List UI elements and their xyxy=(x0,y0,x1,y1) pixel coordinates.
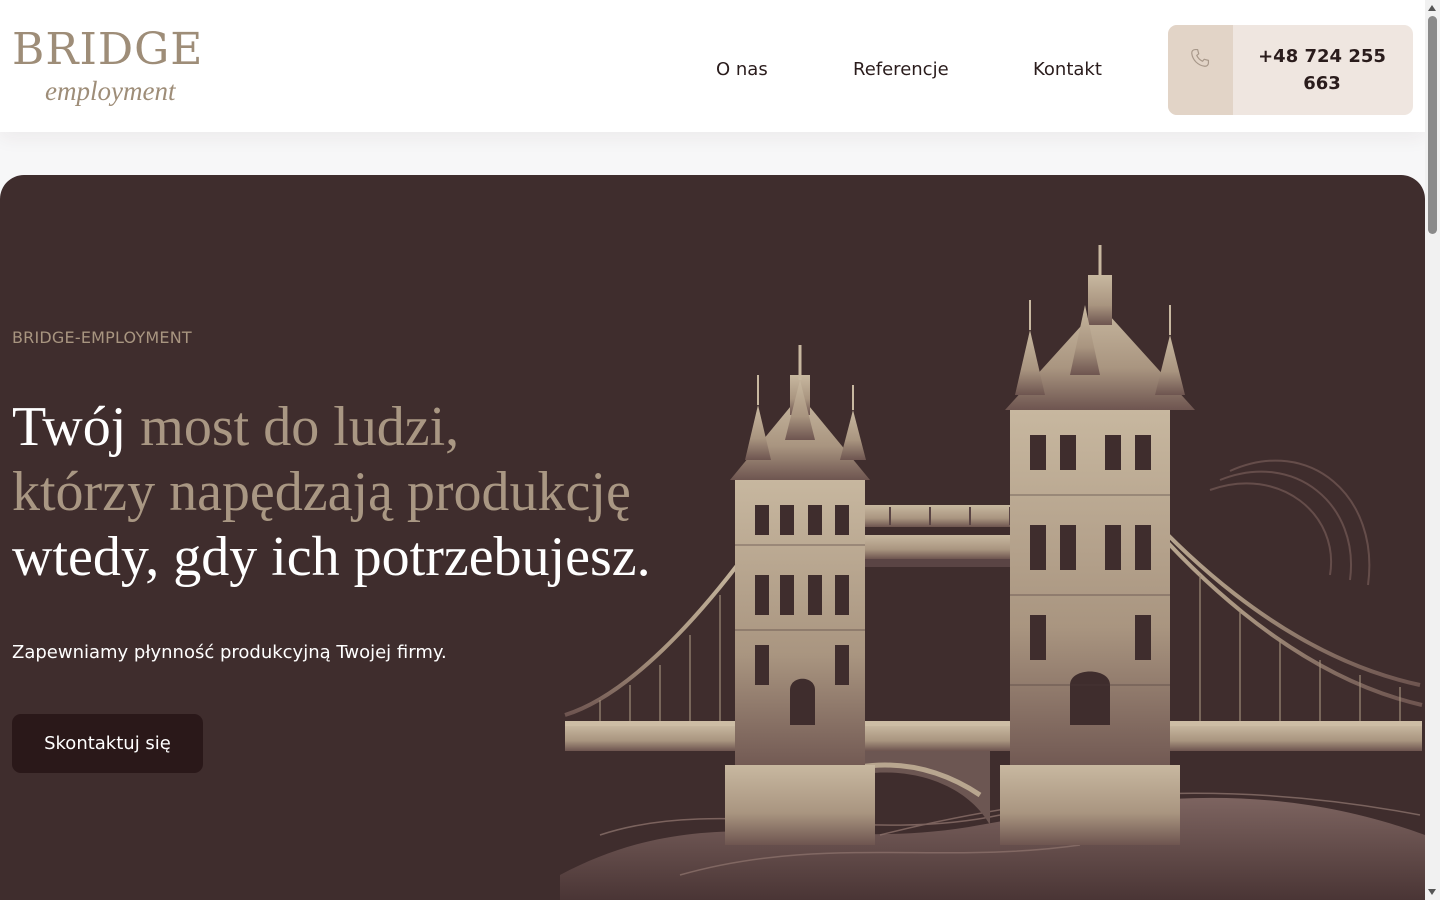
logo[interactable]: BRIDGE employment xyxy=(12,26,212,116)
hero-eyebrow: BRIDGE-EMPLOYMENT xyxy=(12,328,192,347)
phone-button[interactable]: +48 724 255 663 xyxy=(1168,25,1413,115)
logo-wordmark: BRIDGE xyxy=(12,24,204,75)
phone-number: +48 724 255 663 xyxy=(1258,46,1386,94)
scroll-down-arrow-icon[interactable] xyxy=(1428,889,1436,895)
contact-button[interactable]: Skontaktuj się xyxy=(12,714,203,773)
headline-part-1: Twój xyxy=(12,396,127,458)
logo-tagline: employment xyxy=(45,76,176,106)
tower-bridge-illustration xyxy=(560,245,1425,900)
nav-link-referencje[interactable]: Referencje xyxy=(853,58,949,82)
phone-icon-box xyxy=(1168,25,1233,115)
scroll-up-arrow-icon[interactable] xyxy=(1428,5,1436,11)
nav-link-kontakt[interactable]: Kontakt xyxy=(1033,58,1102,82)
hero-section: BRIDGE-EMPLOYMENT Twój most do ludzi, kt… xyxy=(0,175,1425,900)
hero-subtext: Zapewniamy płynność produkcyjną Twojej f… xyxy=(12,642,447,663)
headline-part-3: którzy napędzają produkcję xyxy=(12,461,631,523)
phone-icon xyxy=(1191,48,1210,67)
scrollbar-thumb[interactable] xyxy=(1428,16,1437,234)
nav-link-o-nas[interactable]: O nas xyxy=(716,58,768,82)
page-scrollbar[interactable] xyxy=(1425,0,1440,900)
headline-part-4: wtedy, gdy ich potrzebujesz. xyxy=(12,526,651,588)
headline-part-2: most do ludzi, xyxy=(140,396,460,458)
site-header: BRIDGE employment O nas Referencje Konta… xyxy=(0,0,1425,132)
